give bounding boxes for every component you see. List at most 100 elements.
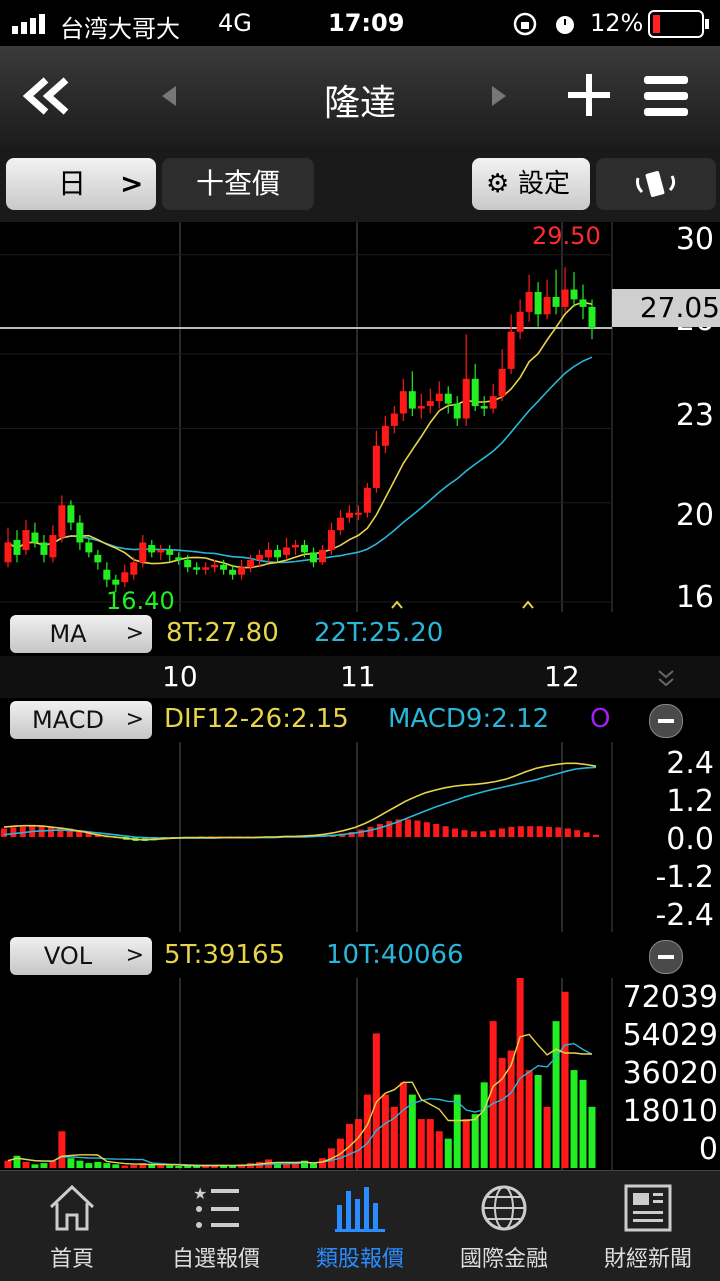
clock: 17:09 (328, 9, 405, 37)
volume-bar (58, 1131, 66, 1168)
candle-body (498, 368, 506, 397)
macd-axis-tick: -2.4 (655, 898, 714, 933)
osc-bar (376, 823, 383, 837)
macd-indicator-button[interactable]: MACD > (10, 701, 152, 739)
candle-body (256, 554, 264, 560)
volume-bar (579, 1079, 587, 1168)
price-axis-tick: 23 (675, 398, 714, 433)
candle-body (462, 378, 470, 419)
globe-icon (481, 1185, 527, 1231)
osc-bar (452, 828, 459, 837)
osc-bar (358, 829, 365, 837)
volume-bar (309, 1163, 317, 1168)
candle-body (193, 567, 201, 570)
volume-bar (588, 1106, 596, 1168)
price-chart[interactable] (0, 222, 720, 614)
vol-axis-tick: 36020 (622, 1056, 718, 1091)
osc-bar (499, 828, 506, 837)
candle-body (552, 296, 560, 307)
vol-axis-tick: 54029 (622, 1018, 718, 1053)
drag-handle-icon[interactable] (656, 666, 676, 690)
osc-bar (527, 826, 534, 837)
candle-body (22, 530, 30, 550)
candle-body (327, 530, 335, 550)
next-stock-icon[interactable] (488, 84, 508, 108)
osc-bar (414, 820, 421, 837)
tab-watchlist[interactable]: ★ 自選報價 (144, 1171, 288, 1281)
candle-body (336, 517, 344, 531)
candle-body (309, 552, 317, 563)
candle-body (283, 547, 291, 555)
candle-body (76, 522, 84, 543)
add-icon[interactable] (566, 72, 612, 118)
macd-axis-tick: 2.4 (666, 746, 714, 781)
macd-indicator-label: MACD (32, 706, 104, 734)
battery-icon (648, 10, 709, 38)
osc-bar (593, 834, 599, 837)
candle-body (417, 406, 425, 409)
candle-body (175, 557, 183, 560)
tab-news[interactable]: 財經新聞 (576, 1171, 720, 1281)
remove-vol-icon[interactable] (649, 940, 683, 974)
candle-body (157, 549, 165, 553)
ma8-value: 8T:27.80 (166, 618, 279, 648)
candle-body (238, 567, 246, 575)
chart-toolbar: 日 > 十查價 ⚙ 設定 (0, 146, 720, 222)
volume-bar (399, 1082, 407, 1168)
volume-bar (363, 1094, 371, 1168)
candle-body (372, 445, 380, 488)
menu-icon[interactable] (642, 74, 690, 118)
osc-bar (480, 831, 487, 837)
volume-bar (435, 1131, 443, 1168)
candle-body (435, 393, 443, 402)
volume-bar (103, 1163, 111, 1168)
candle-body (148, 544, 156, 553)
settings-button[interactable]: ⚙ 設定 (472, 158, 590, 210)
osc-bar (470, 831, 477, 837)
tab-sector-quotes[interactable]: 類股報價 (288, 1171, 432, 1281)
volume-bar (157, 1165, 165, 1168)
osc-bar (367, 826, 374, 837)
candle-body (49, 535, 57, 558)
vol-indicator-button[interactable]: VOL > (10, 937, 152, 975)
x-axis-row: 10 11 12 (0, 656, 720, 698)
bar-chart-icon (335, 1187, 385, 1232)
tab-label: 財經新聞 (603, 1247, 692, 1272)
volume-bar (417, 1119, 425, 1168)
tab-label: 國際金融 (459, 1247, 548, 1272)
candle-body (4, 542, 12, 563)
period-button[interactable]: 日 > (6, 158, 156, 210)
candle-body (408, 391, 416, 409)
volume-bar (31, 1164, 39, 1168)
volume-bar (426, 1119, 434, 1168)
x-axis-label: 12 (544, 660, 580, 693)
macd-osc-label: O (590, 704, 611, 734)
candle-body (354, 512, 362, 515)
rotate-button[interactable] (596, 158, 716, 210)
ma-indicator-button[interactable]: MA > (10, 615, 152, 653)
osc-bar (574, 830, 581, 837)
tab-international[interactable]: 國際金融 (432, 1171, 576, 1281)
osc-bar (564, 828, 571, 837)
candle-body (390, 413, 398, 426)
rotate-screen-icon (636, 171, 676, 197)
osc-bar (489, 830, 496, 837)
tab-home[interactable]: 首頁 (0, 1171, 144, 1281)
candle-body (103, 569, 111, 580)
volume-bar (85, 1163, 93, 1168)
macd-chart[interactable] (0, 742, 720, 932)
candle-body (561, 289, 569, 307)
candle-body (525, 292, 533, 312)
candle-body (112, 579, 120, 585)
nav-bar: 隆達 (0, 46, 720, 147)
candle-body (94, 554, 102, 563)
osc-bar (555, 827, 562, 837)
quote-button[interactable]: 十查價 (162, 158, 314, 210)
remove-macd-icon[interactable] (649, 704, 683, 738)
candle-body (543, 296, 551, 315)
macd-signal-value: MACD9:2.12 (388, 704, 550, 734)
volume-bar (570, 1070, 578, 1168)
volume-bar (76, 1160, 84, 1168)
stock-title: 隆達 (323, 83, 396, 124)
candle-body (471, 378, 479, 407)
